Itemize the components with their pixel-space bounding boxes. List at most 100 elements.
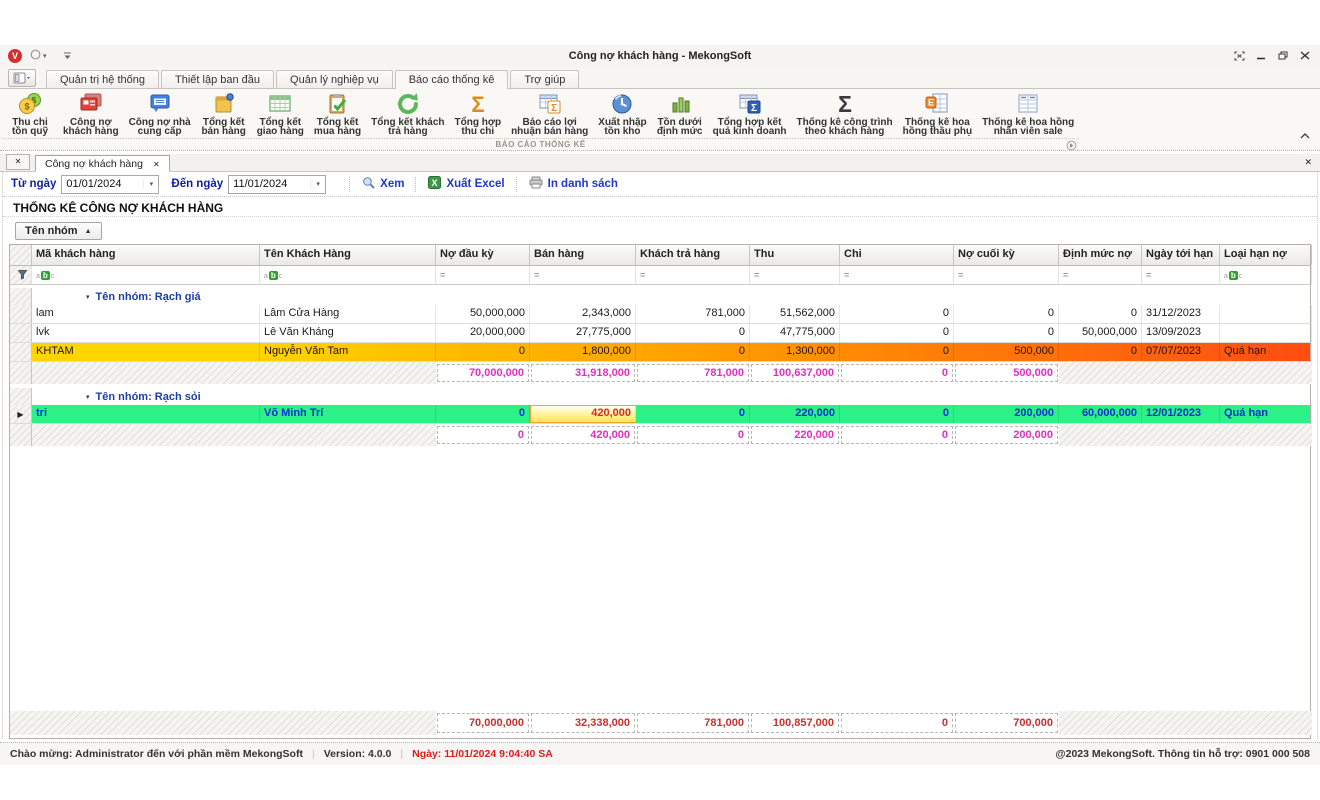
abc-filter-icon[interactable]: abc bbox=[32, 266, 260, 284]
column-header-ma-khach-hang[interactable]: Mã khách hàng bbox=[32, 245, 260, 265]
table-cell[interactable]: 0 bbox=[436, 405, 530, 423]
chevron-down-icon[interactable]: ▾ bbox=[143, 180, 158, 188]
equals-filter-icon[interactable]: = bbox=[530, 266, 636, 284]
table-row-lam[interactable]: lam Lâm Cửa Hàng 50,000,000 2,343,000 781,00… bbox=[10, 305, 1312, 324]
equals-filter-icon[interactable]: = bbox=[636, 266, 750, 284]
equals-filter-icon[interactable]: = bbox=[750, 266, 840, 284]
ribbon-button-tong-hop-thu-chi[interactable]: Σ Tổng hợp thu chi bbox=[450, 89, 507, 137]
table-cell[interactable]: 0 bbox=[954, 305, 1059, 323]
restore-button[interactable] bbox=[1276, 50, 1290, 62]
table-cell[interactable]: 0 bbox=[636, 405, 750, 423]
table-cell[interactable]: 0 bbox=[954, 324, 1059, 342]
abc-filter-icon[interactable]: abc bbox=[1220, 266, 1312, 284]
ribbon-button-tong-ket-mua-hang[interactable]: Tổng kết mua hàng bbox=[309, 89, 366, 137]
collapse-triangle-icon[interactable]: ▾ bbox=[86, 393, 90, 401]
ribbon-button-tong-hop-ket-qua-kinh-doanh[interactable]: Σ Tổng hợp kết quả kinh doanh bbox=[708, 89, 792, 137]
table-cell[interactable]: 47,775,000 bbox=[750, 324, 840, 342]
ribbon-button-cong-no-nha-cung-cap[interactable]: Công nợ nhà cung cấp bbox=[124, 89, 196, 137]
table-cell[interactable]: tri bbox=[32, 405, 260, 423]
ribbon-button-thong-ke-hoa-hong-nhan-vien-sale[interactable]: Thống kê hoa hồng nhân viên sale bbox=[977, 89, 1079, 137]
close-all-tabs-button[interactable]: ✕ bbox=[6, 154, 30, 170]
table-cell[interactable]: 0 bbox=[840, 305, 954, 323]
from-date-combo[interactable]: 01/01/2024 ▾ bbox=[61, 174, 160, 194]
ribbon-button-tong-ket-khach-tra-hang[interactable]: Tổng kết khách trả hàng bbox=[366, 89, 449, 137]
ribbon-button-thong-ke-cong-trinh-theo-khach-hang[interactable]: Σ Thống kê công trình theo khách hàng bbox=[792, 89, 898, 137]
table-row-tri[interactable]: ▶ tri Võ Minh Trí 0 420,000 0 220,000 0 200,000 6… bbox=[10, 405, 1312, 424]
table-cell[interactable]: 0 bbox=[636, 343, 750, 361]
table-cell[interactable] bbox=[1220, 324, 1312, 342]
fit-screen-button[interactable] bbox=[1232, 50, 1246, 62]
table-cell[interactable]: 0 bbox=[1059, 343, 1142, 361]
column-header-no-dau-ky[interactable]: Nợ đầu kỳ bbox=[436, 245, 530, 265]
table-cell[interactable]: 0 bbox=[1059, 305, 1142, 323]
column-header-no-cuoi-ky[interactable]: Nợ cuối kỳ bbox=[954, 245, 1059, 265]
ribbon-button-ton-duoi-dinh-muc[interactable]: Tồn dưới định mức bbox=[652, 89, 708, 137]
table-cell[interactable]: 12/01/2023 bbox=[1142, 405, 1220, 423]
ribbon-tab-thiet-lap-ban-dau[interactable]: Thiết lập ban đầu bbox=[161, 70, 275, 88]
table-cell[interactable]: Võ Minh Trí bbox=[260, 405, 436, 423]
ribbon-tab-bao-cao-thong-ke[interactable]: Báo cáo thống kê bbox=[394, 70, 509, 89]
table-cell[interactable]: 0 bbox=[840, 324, 954, 342]
table-cell[interactable]: 31/12/2023 bbox=[1142, 305, 1220, 323]
collapse-triangle-icon[interactable]: ▾ bbox=[86, 293, 90, 301]
table-cell[interactable]: Lâm Cửa Hàng bbox=[260, 305, 436, 323]
ribbon-button-tong-ket-ban-hang[interactable]: Tổng kết bán hàng bbox=[196, 89, 252, 137]
tabstrip-close-icon[interactable]: ✕ bbox=[1304, 157, 1312, 168]
equals-filter-icon[interactable]: = bbox=[1142, 266, 1220, 284]
table-cell[interactable]: 0 bbox=[840, 405, 954, 423]
close-button[interactable] bbox=[1298, 50, 1312, 62]
ribbon-button-tong-ket-giao-hang[interactable]: Tổng kết giao hàng bbox=[252, 89, 309, 137]
ribbon-collapse-icon[interactable] bbox=[1300, 126, 1310, 144]
table-cell[interactable]: 420,000 bbox=[530, 405, 636, 423]
ribbon-tab-quan-tri-he-thong[interactable]: Quản trị hệ thống bbox=[46, 70, 160, 88]
table-cell[interactable]: 51,562,000 bbox=[750, 305, 840, 323]
table-cell[interactable]: 20,000,000 bbox=[436, 324, 530, 342]
table-cell[interactable]: Nguyễn Văn Tam bbox=[260, 343, 436, 361]
table-cell[interactable]: 2,343,000 bbox=[530, 305, 636, 323]
table-cell[interactable]: 27,775,000 bbox=[530, 324, 636, 342]
equals-filter-icon[interactable]: = bbox=[840, 266, 954, 284]
table-cell[interactable]: 13/09/2023 bbox=[1142, 324, 1220, 342]
table-cell[interactable]: 60,000,000 bbox=[1059, 405, 1142, 423]
table-cell[interactable]: 0 bbox=[636, 324, 750, 342]
ribbon-button-thong-ke-hoa-hong-thau-phu[interactable]: E Thống kê hoa hồng thầu phụ bbox=[898, 89, 977, 137]
table-cell[interactable]: 07/07/2023 bbox=[1142, 343, 1220, 361]
tab-close-icon[interactable]: ✕ bbox=[153, 160, 160, 169]
column-header-thu[interactable]: Thu bbox=[750, 245, 840, 265]
table-cell[interactable]: 0 bbox=[436, 343, 530, 361]
column-header-dinh-muc-no[interactable]: Định mức nợ bbox=[1059, 245, 1142, 265]
column-header-ngay-toi-han[interactable]: Ngày tới hạn bbox=[1142, 245, 1220, 265]
chevron-down-icon[interactable]: ▾ bbox=[310, 180, 325, 188]
group-by-chip[interactable]: Tên nhóm ▲ bbox=[15, 222, 102, 240]
table-cell[interactable]: 220,000 bbox=[750, 405, 840, 423]
ribbon-tab-quan-ly-nghiep-vu[interactable]: Quản lý nghiệp vụ bbox=[276, 70, 393, 88]
table-cell[interactable]: KHTAM bbox=[32, 343, 260, 361]
equals-filter-icon[interactable]: = bbox=[436, 266, 530, 284]
table-cell[interactable] bbox=[1220, 305, 1312, 323]
column-header-khach-tra-hang[interactable]: Khách trả hàng bbox=[636, 245, 750, 265]
application-menu-button[interactable] bbox=[8, 69, 36, 87]
to-date-combo[interactable]: 11/01/2024 ▾ bbox=[228, 174, 327, 194]
table-cell[interactable]: 500,000 bbox=[954, 343, 1059, 361]
ribbon-button-bao-cao-loi-nhuan-ban-hang[interactable]: Σ Báo cáo lợi nhuận bán hàng bbox=[506, 89, 593, 137]
view-button[interactable]: Xem bbox=[362, 176, 404, 192]
column-header-ten-khach-hang[interactable]: Tên Khách Hàng bbox=[260, 245, 436, 265]
column-header-loai-han-no[interactable]: Loại hạn nợ bbox=[1220, 245, 1312, 265]
table-cell[interactable]: lam bbox=[32, 305, 260, 323]
table-cell[interactable]: Quá hạn bbox=[1220, 405, 1312, 423]
minimize-button[interactable] bbox=[1254, 50, 1268, 62]
table-cell[interactable]: Lê Văn Kháng bbox=[260, 324, 436, 342]
funnel-icon[interactable] bbox=[10, 266, 32, 284]
print-list-button[interactable]: In danh sách bbox=[529, 176, 618, 192]
table-cell[interactable]: 50,000,000 bbox=[1059, 324, 1142, 342]
table-cell[interactable]: lvk bbox=[32, 324, 260, 342]
table-cell[interactable]: 0 bbox=[840, 343, 954, 361]
abc-filter-icon[interactable]: abc bbox=[260, 266, 436, 284]
equals-filter-icon[interactable]: = bbox=[1059, 266, 1142, 284]
table-row-khtam[interactable]: KHTAM Nguyễn Văn Tam 0 1,800,000 0 1,300,000 0… bbox=[10, 343, 1312, 362]
group-row-ten-nhom-rach-gia[interactable]: ▾ Tên nhóm: Rạch giá bbox=[10, 288, 1310, 305]
ribbon-tab-tro-giup[interactable]: Trợ giúp bbox=[510, 70, 580, 88]
table-row-lvk[interactable]: lvk Lê Văn Kháng 20,000,000 27,775,000 0 47,7… bbox=[10, 324, 1312, 343]
ribbon-button-thu-chi-ton-quy[interactable]: $ $ Thu chi tồn quỹ bbox=[2, 89, 58, 137]
ribbon-button-cong-no-khach-hang[interactable]: Công nợ khách hàng bbox=[58, 89, 124, 137]
